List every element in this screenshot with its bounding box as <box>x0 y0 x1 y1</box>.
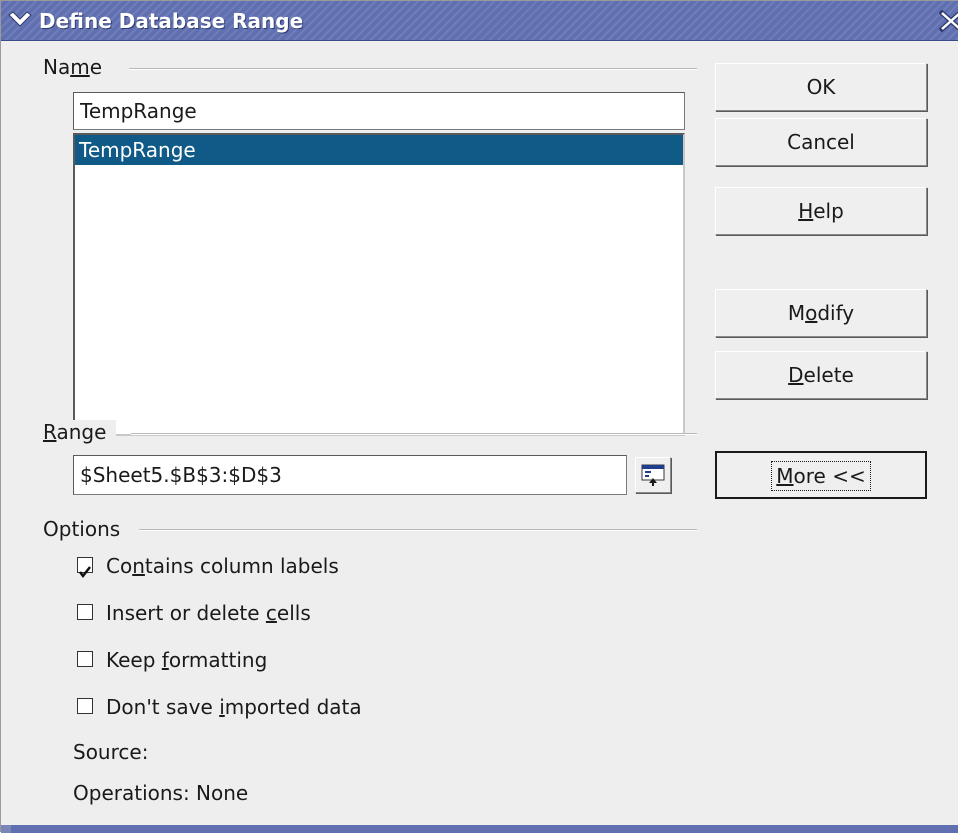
label-part: mported data <box>224 695 362 719</box>
delete-mnemonic: D <box>788 363 804 387</box>
name-label-a: Na <box>43 55 71 79</box>
title-bar[interactable]: Define Database Range <box>1 1 958 41</box>
more-rest: ore << <box>793 464 866 488</box>
label-part: Don't save <box>106 695 220 719</box>
range-separator <box>131 433 697 435</box>
options-section-label: Options <box>43 517 131 541</box>
help-mnemonic: H <box>798 199 814 223</box>
more-button[interactable]: More << <box>715 451 927 499</box>
label-mnemonic: f <box>161 648 169 672</box>
range-label-rest: ange <box>56 420 107 444</box>
range-input[interactable] <box>73 455 627 495</box>
window-title: Define Database Range <box>39 9 304 33</box>
label-part: Keep <box>106 648 162 672</box>
delete-button[interactable]: Delete <box>715 351 927 399</box>
checkbox-box[interactable] <box>77 698 93 714</box>
label-part: ormatting <box>168 648 268 672</box>
name-label-e: e <box>89 55 103 79</box>
options-separator <box>139 529 697 531</box>
shrink-button[interactable] <box>635 457 671 493</box>
range-section-label: Range <box>43 420 117 444</box>
checkbox-label: Insert or delete cells <box>106 599 311 627</box>
checkbox-box[interactable] <box>77 557 93 579</box>
operations-label: Operations: None <box>73 781 249 805</box>
label-part: tains column labels <box>144 554 339 578</box>
label-part: Co <box>106 554 133 578</box>
modify-part: M <box>787 301 806 325</box>
label-mnemonic: c <box>265 601 277 625</box>
label-part: Insert or delete <box>106 601 266 625</box>
name-section-label: Name <box>43 55 113 79</box>
modify-mnemonic: o <box>805 301 818 325</box>
help-rest: elp <box>813 199 844 223</box>
checkmark-icon <box>79 566 91 579</box>
modify-part: dify <box>817 301 855 325</box>
shrink-dialog-icon <box>641 464 665 486</box>
label-part: ells <box>276 601 311 625</box>
checkbox-label: Don't save imported data <box>106 693 362 721</box>
name-listbox[interactable]: TempRange <box>73 133 685 436</box>
list-item[interactable]: TempRange <box>75 135 683 165</box>
label-mnemonic: n <box>132 554 145 578</box>
checkbox-box[interactable] <box>77 604 93 620</box>
help-button[interactable]: Help <box>715 187 927 235</box>
range-label-r: R <box>43 420 57 444</box>
delete-rest: elete <box>803 363 854 387</box>
name-input[interactable] <box>73 92 685 130</box>
modify-button[interactable]: Modify <box>715 289 927 337</box>
more-label: More << <box>771 461 871 491</box>
checkbox-box[interactable] <box>77 651 93 667</box>
ok-button[interactable]: OK <box>715 63 927 111</box>
close-icon[interactable] <box>939 10 958 32</box>
checkbox-label: Contains column labels <box>106 552 339 580</box>
source-label: Source: <box>73 740 149 764</box>
cancel-button[interactable]: Cancel <box>715 118 927 166</box>
more-mnemonic: M <box>776 464 794 488</box>
define-database-range-dialog: Define Database Range Name TempRange Ran… <box>0 0 958 833</box>
chevron-down-icon[interactable] <box>7 10 33 32</box>
dialog-body: Name TempRange Range Options <box>19 41 958 825</box>
name-label-m: m <box>70 55 90 79</box>
checkbox-label: Keep formatting <box>106 646 267 674</box>
name-separator <box>129 68 697 70</box>
